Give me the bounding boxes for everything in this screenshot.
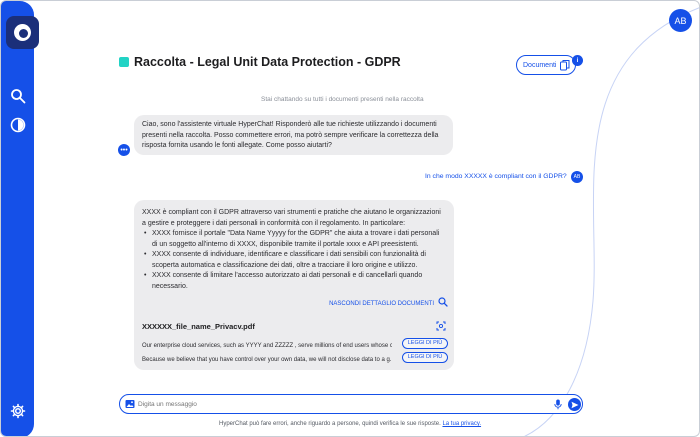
documents-button[interactable]: Documenti bbox=[516, 55, 576, 75]
answer-bullet: XXXX consente di individuare, identifica… bbox=[142, 250, 446, 271]
app-window: AB Raccolta - Legal Unit Data Protection… bbox=[0, 0, 700, 437]
read-more-button[interactable]: LEGGI DI PIÙ bbox=[402, 352, 448, 363]
user-message: In che modo XXXXX è compliant con il GDP… bbox=[425, 173, 567, 180]
zoom-out-icon[interactable] bbox=[438, 297, 448, 307]
sidebar bbox=[1, 1, 39, 436]
info-badge[interactable]: i bbox=[572, 55, 583, 66]
footer-disclaimer: HyperChat può fare errori, anche riguard… bbox=[219, 421, 481, 427]
message-composer bbox=[119, 394, 583, 414]
answer-bullet: XXXX consente di limitare l'accesso auto… bbox=[142, 271, 446, 292]
gear-icon[interactable] bbox=[9, 402, 26, 419]
send-icon bbox=[571, 401, 578, 408]
assistant-answer: XXXX è compliant con il GDPR attraverso … bbox=[134, 200, 454, 370]
message-input[interactable] bbox=[138, 398, 538, 411]
disclaimer-text: HyperChat può fare errori, anche riguard… bbox=[219, 421, 441, 427]
page-title: Raccolta - Legal Unit Data Protection - … bbox=[134, 55, 401, 69]
assistant-greeting-text: Ciao, sono l'assistente virtuale HyperCh… bbox=[142, 121, 439, 149]
assistant-message: Ciao, sono l'assistente virtuale HyperCh… bbox=[134, 115, 453, 155]
answer-bullet-list: XXXX fornisce il portale "Data Name Yyyy… bbox=[142, 229, 446, 292]
source-snippet: Because we believe that you have control… bbox=[142, 357, 392, 363]
page-header: Raccolta - Legal Unit Data Protection - … bbox=[119, 55, 401, 69]
assistant-more-button[interactable]: ••• bbox=[118, 144, 130, 156]
search-icon[interactable] bbox=[9, 87, 26, 104]
chat-collection-icon[interactable] bbox=[9, 116, 26, 133]
image-upload-icon[interactable] bbox=[125, 399, 135, 409]
app-logo[interactable] bbox=[6, 16, 39, 49]
hide-document-details-link[interactable]: NASCONDI DETTAGLIO DOCUMENTI bbox=[329, 299, 434, 310]
user-avatar[interactable]: AB bbox=[669, 9, 692, 32]
read-more-button[interactable]: LEGGI DI PIÙ bbox=[402, 338, 448, 349]
answer-intro: XXXX è compliant con il GDPR attraverso … bbox=[142, 209, 441, 227]
source-file-name: XXXXXX_file_name_Privacv.pdf bbox=[142, 322, 255, 331]
collection-color-marker bbox=[119, 57, 129, 67]
send-button[interactable] bbox=[568, 398, 581, 411]
privacy-link[interactable]: La tua privacy. bbox=[442, 421, 481, 427]
user-message-avatar: AB bbox=[571, 171, 583, 183]
logo-icon bbox=[14, 24, 31, 41]
chat-context-info: Stai chattando su tutti i documenti pres… bbox=[261, 96, 424, 103]
documents-button-label: Documenti bbox=[523, 61, 557, 69]
microphone-icon[interactable] bbox=[553, 399, 563, 410]
answer-bullet: XXXX fornisce il portale "Data Name Yyyy… bbox=[142, 229, 446, 250]
documents-icon bbox=[560, 60, 570, 71]
expand-source-icon[interactable] bbox=[436, 321, 446, 331]
source-snippet: Our enterprise cloud services, such as Y… bbox=[142, 343, 392, 349]
